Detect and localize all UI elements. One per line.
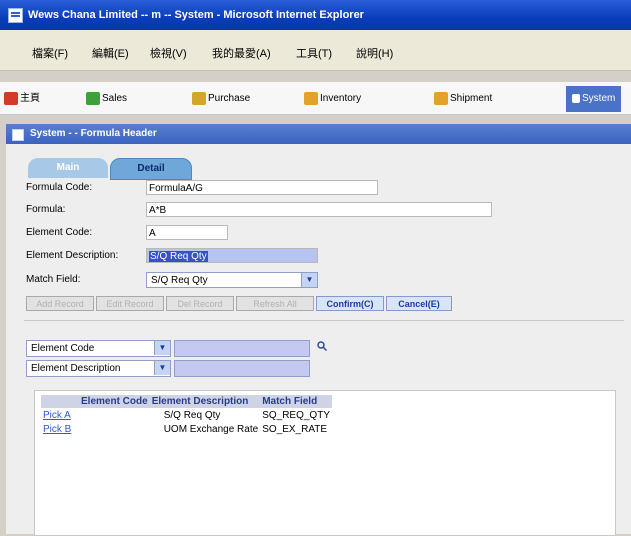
- menu-favorites[interactable]: 我的最愛(A): [212, 45, 271, 61]
- nav-purchase-label: Purchase: [208, 93, 251, 104]
- nav-home[interactable]: 主頁: [4, 90, 40, 107]
- nav-shipment-label: Shipment: [450, 93, 493, 104]
- nav-inventory-label: Inventory: [320, 93, 362, 104]
- menu-bar: 檔案(F) 編輯(E) 檢視(V) 我的最愛(A) 工具(T) 說明(H): [0, 30, 631, 71]
- confirm-button[interactable]: Confirm(C): [316, 296, 384, 311]
- chevron-down-icon[interactable]: ▼: [154, 361, 170, 375]
- match-field-select[interactable]: S/Q Req Qty ▼: [146, 272, 318, 288]
- delete-record-button[interactable]: Del Record: [166, 296, 234, 311]
- row-element-description: UOM Exchange Rate: [163, 423, 259, 435]
- table-row[interactable]: Pick A S/Q Req Qty SQ_REQ_QTY: [41, 408, 332, 422]
- results-table: Element Code Element Description Match F…: [41, 395, 332, 436]
- page-title: System - - Formula Header: [30, 128, 157, 139]
- element-code-label: Element Code:: [26, 227, 93, 238]
- pick-link[interactable]: Pick B: [41, 422, 79, 436]
- filter-input-1[interactable]: [174, 340, 310, 357]
- nav-inventory[interactable]: Inventory: [304, 90, 361, 107]
- nav-purchase[interactable]: Purchase: [192, 90, 250, 107]
- refresh-all-button[interactable]: Refresh All: [236, 296, 314, 311]
- window-icon: [12, 129, 24, 141]
- formula-label: Formula:: [26, 204, 66, 215]
- tab-main[interactable]: Main: [28, 158, 108, 178]
- table-header-row: Element Code Element Description Match F…: [41, 395, 332, 408]
- nav-home-label: 主頁: [20, 93, 40, 104]
- module-nav-bar: 主頁 Sales Purchase Inventory Shipment Sys…: [0, 82, 631, 115]
- element-description-label: Element Description:: [26, 250, 119, 261]
- filter-input-2[interactable]: [174, 360, 310, 377]
- match-field-value: S/Q Req Qty: [151, 275, 208, 286]
- column-header-element-description[interactable]: Element Description: [149, 395, 261, 408]
- inventory-icon: [304, 91, 318, 105]
- menu-tools[interactable]: 工具(T): [296, 45, 332, 61]
- page-title-bar: System - - Formula Header: [6, 124, 631, 144]
- filter-field-value-2: Element Description: [31, 363, 121, 374]
- home-icon: [4, 91, 18, 105]
- cancel-button[interactable]: Cancel(E): [386, 296, 452, 311]
- menu-view[interactable]: 檢視(V): [150, 45, 187, 61]
- filter-field-select-1[interactable]: Element Code ▼: [26, 340, 171, 357]
- shipment-icon: [434, 91, 448, 105]
- search-icon[interactable]: [317, 341, 327, 351]
- chevron-down-icon[interactable]: ▼: [154, 341, 170, 355]
- sales-icon: [86, 91, 100, 105]
- nav-system-label: System: [582, 93, 616, 104]
- window-title: Wews Chana Limited -- m -- System - Micr…: [28, 9, 364, 21]
- menu-help[interactable]: 說明(H): [356, 45, 393, 61]
- section-divider: [24, 320, 624, 321]
- main-content: Main Detail Formula Code: FormulaA/G For…: [6, 144, 631, 536]
- system-icon: [572, 93, 580, 103]
- menu-edit[interactable]: 編輯(E): [92, 45, 129, 61]
- pick-link[interactable]: Pick A: [41, 408, 79, 422]
- formula-code-label: Formula Code:: [26, 182, 93, 193]
- nav-system[interactable]: System: [566, 86, 622, 112]
- element-description-field[interactable]: S/Q Req Qty: [146, 248, 318, 263]
- element-description-value: S/Q Req Qty: [149, 251, 208, 262]
- row-match-field: SQ_REQ_QTY: [262, 409, 330, 421]
- element-code-field[interactable]: A: [146, 225, 228, 240]
- nav-sales-label: Sales: [102, 93, 128, 104]
- column-header-match-field[interactable]: Match Field: [260, 395, 332, 408]
- match-field-label: Match Field:: [26, 274, 81, 285]
- purchase-icon: [192, 91, 206, 105]
- tab-detail[interactable]: Detail: [110, 158, 192, 180]
- table-row[interactable]: Pick B UOM Exchange Rate SO_EX_RATE: [41, 422, 332, 436]
- column-header-element-code[interactable]: Element Code: [79, 395, 150, 408]
- filter-field-select-2[interactable]: Element Description ▼: [26, 360, 171, 377]
- formula-field[interactable]: A*B: [146, 202, 492, 217]
- row-element-description: S/Q Req Qty: [163, 409, 221, 421]
- edit-record-button[interactable]: Edit Record: [96, 296, 164, 311]
- row-match-field: SO_EX_RATE: [262, 423, 328, 435]
- filter-field-value-1: Element Code: [31, 343, 95, 354]
- chevron-down-icon[interactable]: ▼: [301, 273, 317, 287]
- nav-sales[interactable]: Sales: [86, 90, 127, 107]
- nav-shipment[interactable]: Shipment: [434, 90, 492, 107]
- menu-file[interactable]: 檔案(F): [32, 45, 68, 61]
- formula-code-field[interactable]: FormulaA/G: [146, 180, 378, 195]
- window-title-bar[interactable]: Wews Chana Limited -- m -- System - Micr…: [0, 0, 631, 30]
- ie-window-icon: [8, 8, 23, 23]
- results-panel: Element Code Element Description Match F…: [34, 390, 616, 536]
- add-record-button[interactable]: Add Record: [26, 296, 94, 311]
